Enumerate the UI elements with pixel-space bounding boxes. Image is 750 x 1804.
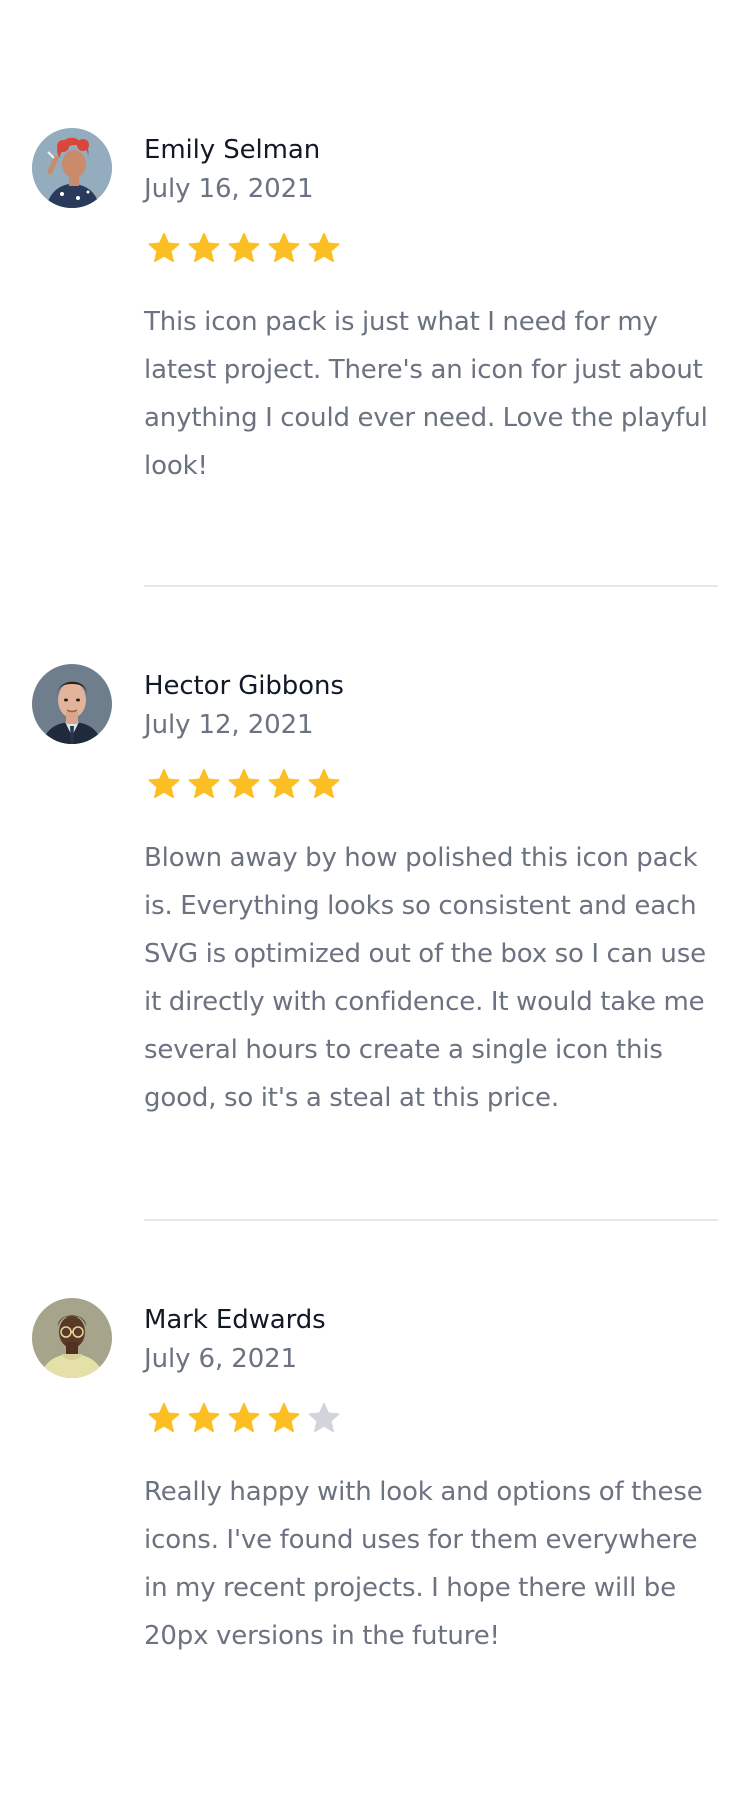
review-date: July 6, 2021 [144, 1344, 298, 1374]
review-text: Really happy with look and options of th… [144, 1477, 703, 1651]
star-filled-icon [184, 764, 224, 804]
reviewer-name: Mark Edwards [144, 1305, 326, 1335]
review-content: Mark Edwards July 6, 2021 Really happy w… [144, 1298, 718, 1660]
divider [144, 585, 718, 587]
review-content: Hector Gibbons July 12, 2021 Blown away … [144, 664, 718, 1122]
review-date: July 12, 2021 [144, 710, 314, 740]
star-rating [144, 764, 718, 804]
review-date: July 16, 2021 [144, 174, 314, 204]
star-empty-icon [304, 1398, 344, 1438]
avatar [32, 1298, 112, 1378]
reviewer-name: Emily Selman [144, 135, 321, 165]
star-filled-icon [184, 1398, 224, 1438]
star-filled-icon [264, 764, 304, 804]
star-filled-icon [264, 1398, 304, 1438]
review-content: Emily Selman July 16, 2021 This icon pac… [144, 128, 718, 490]
review-text: Blown away by how polished this icon pac… [144, 843, 706, 1113]
star-filled-icon [184, 228, 224, 268]
avatar [32, 664, 112, 744]
star-rating [144, 1398, 718, 1438]
divider [144, 1219, 718, 1221]
star-filled-icon [144, 764, 184, 804]
star-filled-icon [304, 228, 344, 268]
star-filled-icon [224, 228, 264, 268]
reviews-list: Emily Selman July 16, 2021 This icon pac… [0, 0, 750, 1804]
star-filled-icon [144, 228, 184, 268]
star-filled-icon [224, 1398, 264, 1438]
reviewer-name: Hector Gibbons [144, 671, 344, 701]
avatar [32, 128, 112, 208]
star-filled-icon [264, 228, 304, 268]
review-text: This icon pack is just what I need for m… [144, 307, 708, 481]
star-rating [144, 228, 718, 268]
star-filled-icon [144, 1398, 184, 1438]
star-filled-icon [224, 764, 264, 804]
avatar-image [32, 128, 112, 208]
star-filled-icon [304, 764, 344, 804]
avatar-image [32, 1298, 112, 1378]
avatar-image [32, 664, 112, 744]
